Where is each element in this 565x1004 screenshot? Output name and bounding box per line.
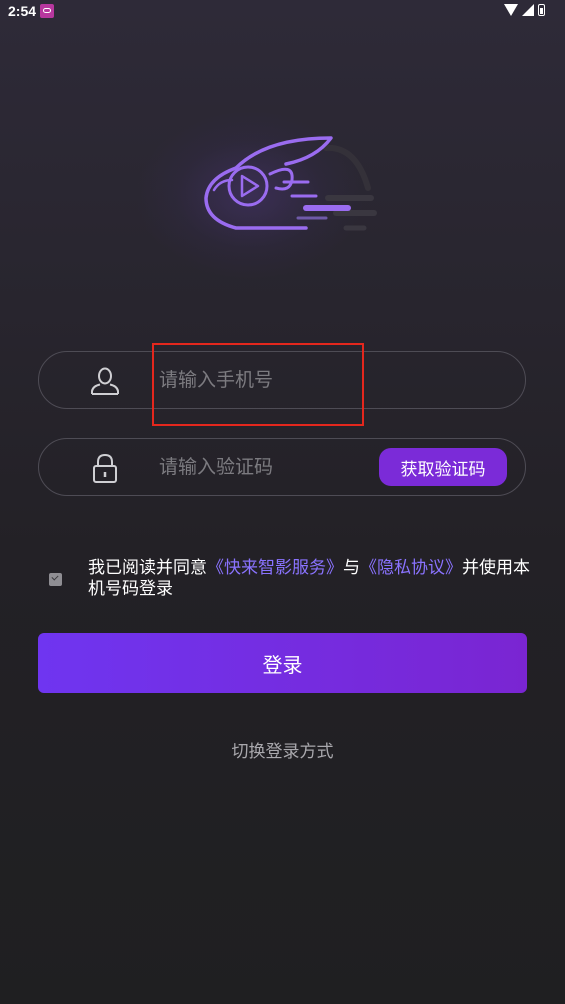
notification-app-icon (40, 4, 54, 18)
agreement-checkbox[interactable] (49, 573, 62, 586)
user-icon (91, 367, 119, 395)
verification-code-field[interactable]: 获取验证码 (38, 438, 526, 496)
switch-login-method-link[interactable]: 切换登录方式 (0, 737, 565, 762)
status-time: 2:54 (8, 3, 37, 19)
verification-code-input[interactable] (159, 453, 369, 481)
highlight-box (152, 343, 364, 426)
status-icons (504, 4, 545, 16)
lock-icon (93, 453, 117, 483)
battery-icon (538, 4, 545, 16)
cellular-signal-icon (522, 4, 534, 16)
service-agreement-link[interactable]: 《快来智影服务》 (207, 558, 343, 578)
rabbit-play-logo-icon (204, 136, 377, 231)
agreement-text: 我已阅读并同意《快来智影服务》与《隐私协议》并使用本机号码登录 (88, 558, 536, 600)
login-button[interactable]: 登录 (38, 633, 527, 693)
status-bar: 2:54 (0, 0, 565, 24)
agreement-prefix: 我已阅读并同意 (88, 558, 207, 578)
privacy-policy-link[interactable]: 《隐私协议》 (360, 558, 462, 578)
agreement-and: 与 (343, 558, 360, 578)
wifi-icon (504, 4, 518, 16)
get-code-button[interactable]: 获取验证码 (379, 448, 507, 486)
